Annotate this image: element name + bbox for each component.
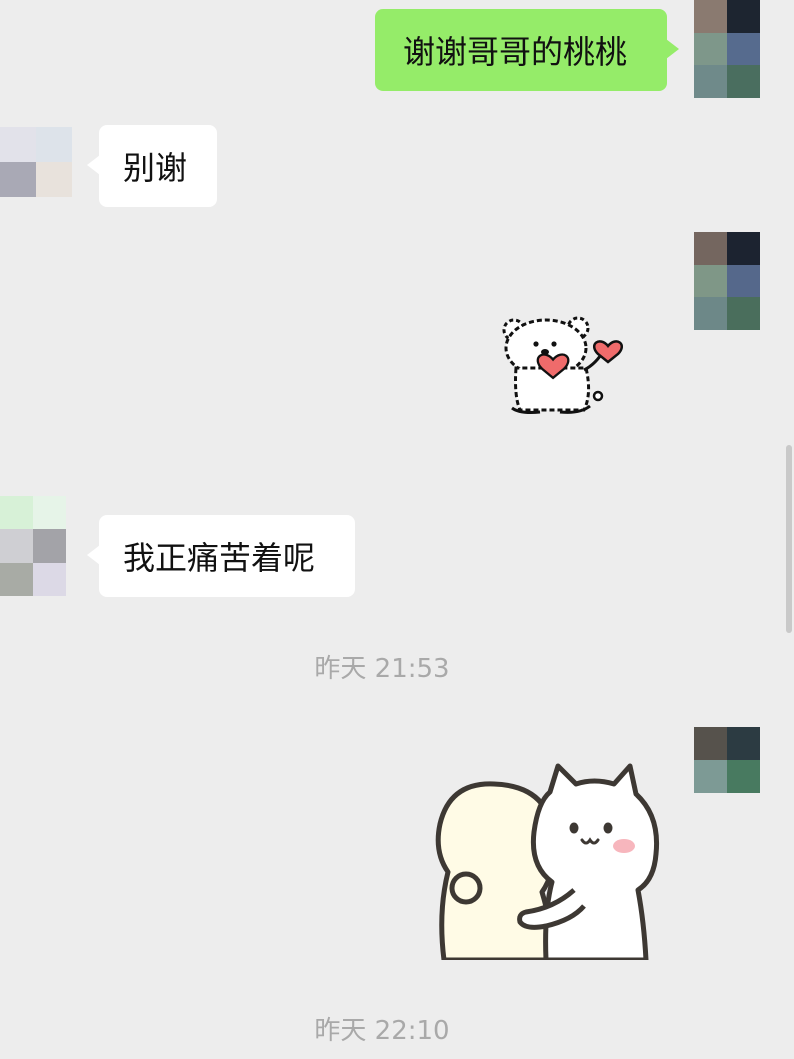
timestamp: 昨天 22:10 — [314, 1016, 450, 1046]
my-avatar[interactable] — [694, 232, 760, 330]
message-bubble-received[interactable]: 别谢 — [87, 125, 217, 207]
timestamp: 昨天 21:53 — [314, 654, 450, 684]
cat-hug-sticker[interactable] — [434, 762, 662, 963]
message-bubble-received[interactable]: 我正痛苦着呢 — [87, 515, 355, 597]
message-text: 别谢 — [123, 149, 188, 187]
contact-avatar[interactable] — [0, 496, 66, 596]
my-avatar[interactable] — [694, 0, 760, 98]
contact-avatar[interactable] — [0, 127, 72, 197]
my-avatar[interactable] — [694, 727, 760, 793]
message-text: 我正痛苦着呢 — [123, 539, 316, 577]
message-bubble-sent[interactable]: 谢谢哥哥的桃桃 — [375, 9, 679, 91]
bear-holding-hearts-icon — [502, 316, 624, 414]
cat-hugging-person-icon — [435, 763, 660, 963]
bear-sticker[interactable] — [500, 316, 630, 418]
scrollbar[interactable] — [786, 445, 792, 633]
message-text: 谢谢哥哥的桃桃 — [403, 33, 628, 71]
